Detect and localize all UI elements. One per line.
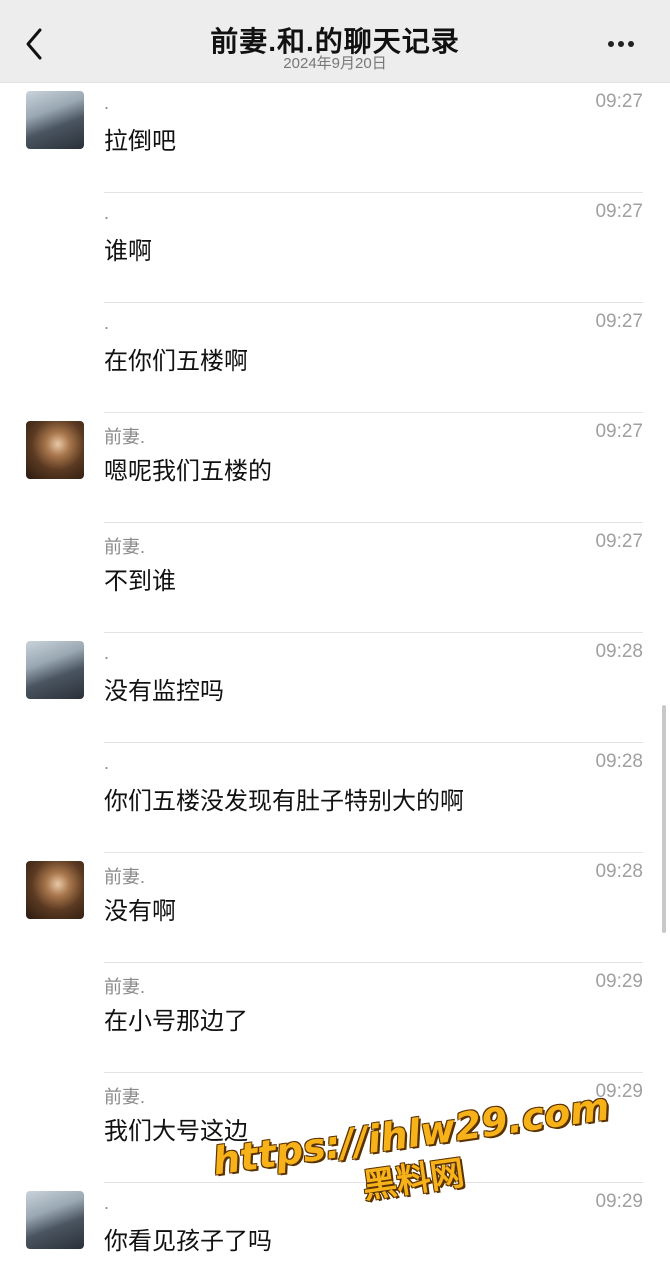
avatar[interactable] xyxy=(26,641,84,699)
sender-name: 前妻. xyxy=(104,977,146,997)
message-time: 09:29 xyxy=(595,971,643,992)
sender-name: 前妻. xyxy=(104,427,146,447)
message-row[interactable]: 前妻. 09:29 在小号那边了 xyxy=(0,963,670,1073)
message-row[interactable]: . 09:28 没有监控吗 xyxy=(0,633,670,743)
message-text: 没有啊 xyxy=(104,898,176,925)
message-row[interactable]: 前妻. 09:27 嗯呢我们五楼的 xyxy=(0,413,670,523)
more-dots-icon xyxy=(608,34,644,52)
message-row[interactable]: 前妻. 09:27 不到谁 xyxy=(0,523,670,633)
message-text: 拉倒吧 xyxy=(104,128,176,155)
message-text: 没有监控吗 xyxy=(104,678,224,705)
sender-name: 前妻. xyxy=(104,867,146,887)
message-text: 在小号那边了 xyxy=(104,1008,248,1035)
message-row[interactable]: . 09:27 在你们五楼啊 xyxy=(0,303,670,413)
message-text: 不到谁 xyxy=(104,568,176,595)
avatar[interactable] xyxy=(26,1191,84,1249)
sender-name: . xyxy=(104,203,110,223)
message-time: 09:27 xyxy=(595,91,643,112)
sender-name: 前妻. xyxy=(104,1087,146,1107)
sender-name: . xyxy=(104,643,110,663)
message-time: 09:28 xyxy=(595,861,643,882)
message-text: 你们五楼没发现有肚子特别大的啊 xyxy=(104,788,464,815)
message-row[interactable]: . 09:27 谁啊 xyxy=(0,193,670,303)
message-time: 09:27 xyxy=(595,201,643,222)
message-row[interactable]: . 09:27 拉倒吧 xyxy=(0,83,670,193)
nav-bar: 前妻.和.的聊天记录 2024年9月20日 xyxy=(0,0,670,83)
message-text: 谁啊 xyxy=(104,238,152,265)
avatar[interactable] xyxy=(26,861,84,919)
avatar[interactable] xyxy=(26,91,84,149)
sender-name: . xyxy=(104,753,110,773)
message-time: 09:28 xyxy=(595,751,643,772)
sender-name: . xyxy=(104,1193,110,1213)
sender-name: 前妻. xyxy=(104,537,146,557)
sender-name: . xyxy=(104,93,110,113)
message-row[interactable]: . 09:28 你们五楼没发现有肚子特别大的啊 xyxy=(0,743,670,853)
message-time: 09:27 xyxy=(595,311,643,332)
message-time: 09:28 xyxy=(595,641,643,662)
sender-name: . xyxy=(104,313,110,333)
message-text: 在你们五楼啊 xyxy=(104,348,248,375)
avatar[interactable] xyxy=(26,421,84,479)
message-text: 嗯呢我们五楼的 xyxy=(104,458,272,485)
more-button[interactable] xyxy=(608,34,644,54)
message-time: 09:27 xyxy=(595,421,643,442)
page-subtitle: 2024年9月20日 xyxy=(283,55,387,72)
scrollbar[interactable] xyxy=(662,705,666,933)
message-time: 09:27 xyxy=(595,531,643,552)
message-row[interactable]: 前妻. 09:28 没有啊 xyxy=(0,853,670,963)
